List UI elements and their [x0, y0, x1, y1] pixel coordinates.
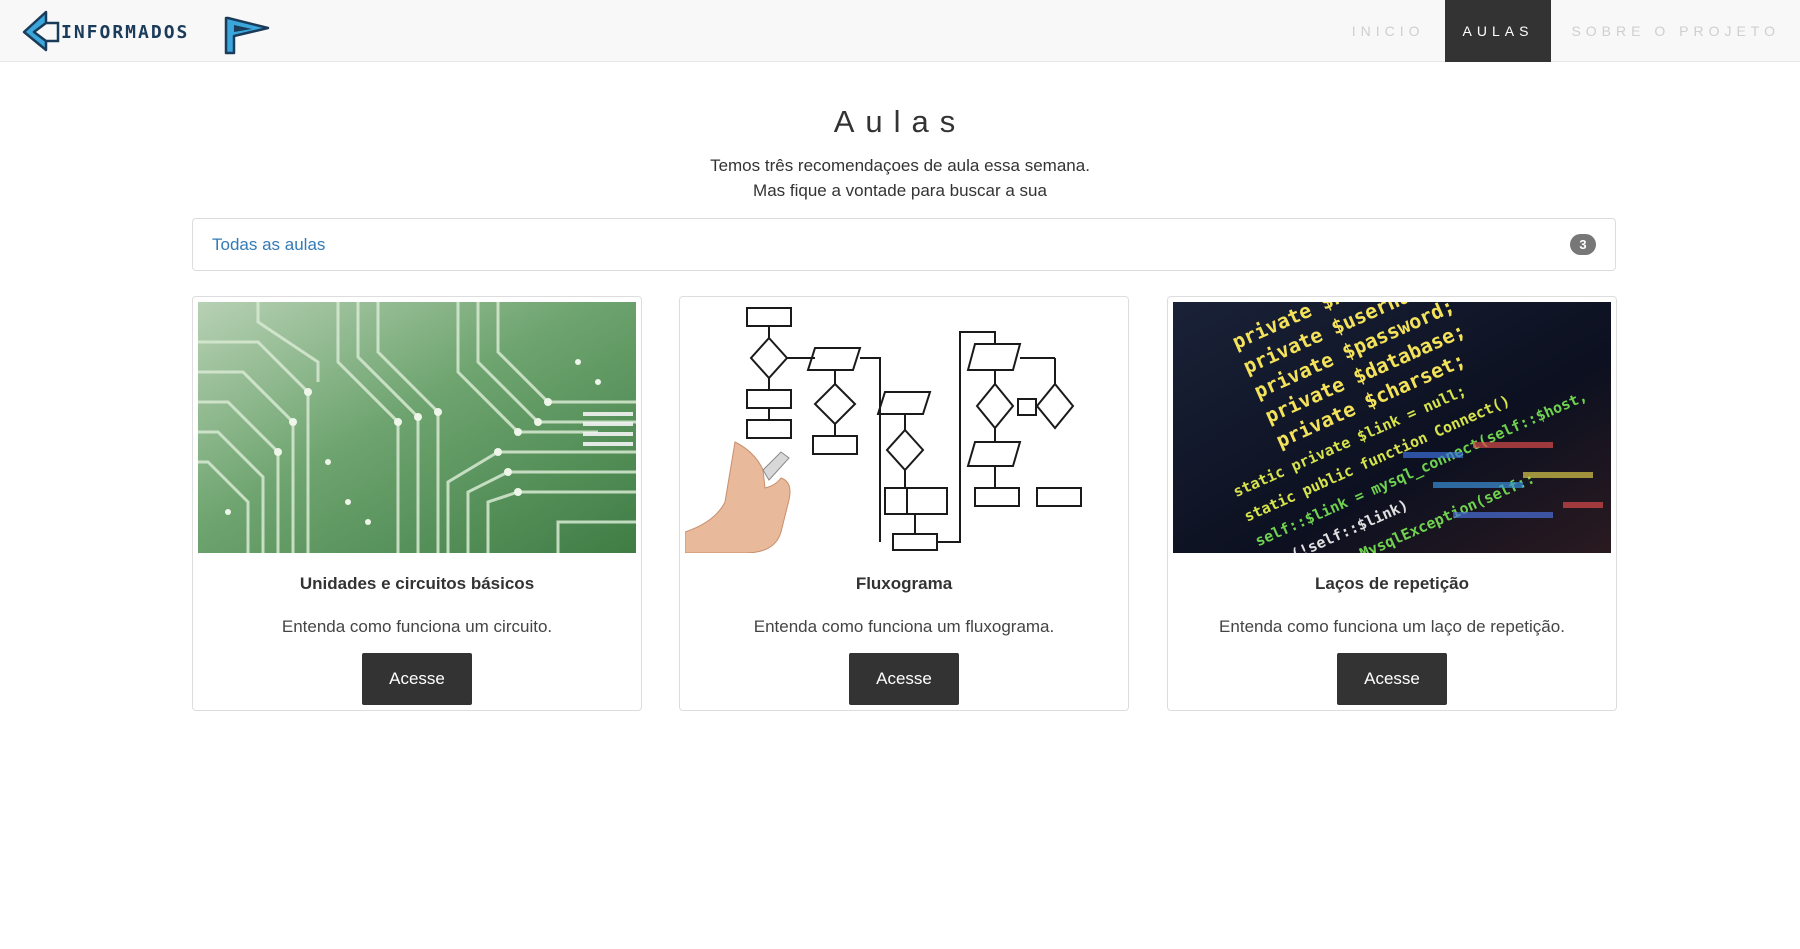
main-nav: INICIO AULAS SOBRE O PROJETO	[1332, 0, 1800, 62]
card-description: Entenda como funciona um fluxograma.	[753, 617, 1055, 636]
code-screen-image: private $host;private $username;private …	[1173, 302, 1611, 553]
card-title: Unidades e circuitos básicos	[299, 574, 535, 593]
lessons-count-badge: 3	[1570, 234, 1596, 255]
nav-inicio[interactable]: INICIO	[1332, 0, 1445, 62]
page-subtitle-line1: Temos três recomendaçoes de aula essa se…	[710, 156, 1090, 175]
nav-sobre-o-projeto[interactable]: SOBRE O PROJETO	[1551, 0, 1800, 62]
flowchart-image	[685, 302, 1123, 553]
card-description: Entenda como funciona um circuito.	[281, 617, 553, 636]
page-subtitle-line2: Mas fique a vontade para buscar a sua	[753, 181, 1047, 200]
logo-text: INFORMADOS	[61, 22, 189, 43]
card-title: Laços de repetição	[1314, 574, 1469, 593]
card-title: Fluxograma	[855, 574, 953, 593]
access-button[interactable]: Acesse	[362, 653, 472, 705]
all-lessons-panel: Todas as aulas 3	[192, 218, 1616, 271]
access-button[interactable]: Acesse	[849, 653, 959, 705]
logo-graphic: INFORMADOS	[22, 10, 270, 55]
lesson-card-flowchart: Fluxograma Entenda como funciona um flux…	[679, 296, 1129, 711]
all-lessons-link[interactable]: Todas as aulas	[212, 235, 325, 255]
circuit-board-image	[198, 302, 636, 553]
lesson-card-loops: private $host;private $username;private …	[1167, 296, 1617, 711]
lesson-card-circuits: Unidades e circuitos básicos Entenda com…	[192, 296, 642, 711]
access-button[interactable]: Acesse	[1337, 653, 1447, 705]
brand-logo[interactable]: INFORMADOS	[22, 4, 272, 58]
nav-aulas[interactable]: AULAS	[1444, 0, 1552, 62]
card-description: Entenda como funciona um laço de repetiç…	[1219, 617, 1565, 636]
page-title: Aulas	[833, 104, 967, 139]
navbar: INFORMADOS INICIO AULAS SOBRE O PROJETO	[0, 0, 1800, 62]
